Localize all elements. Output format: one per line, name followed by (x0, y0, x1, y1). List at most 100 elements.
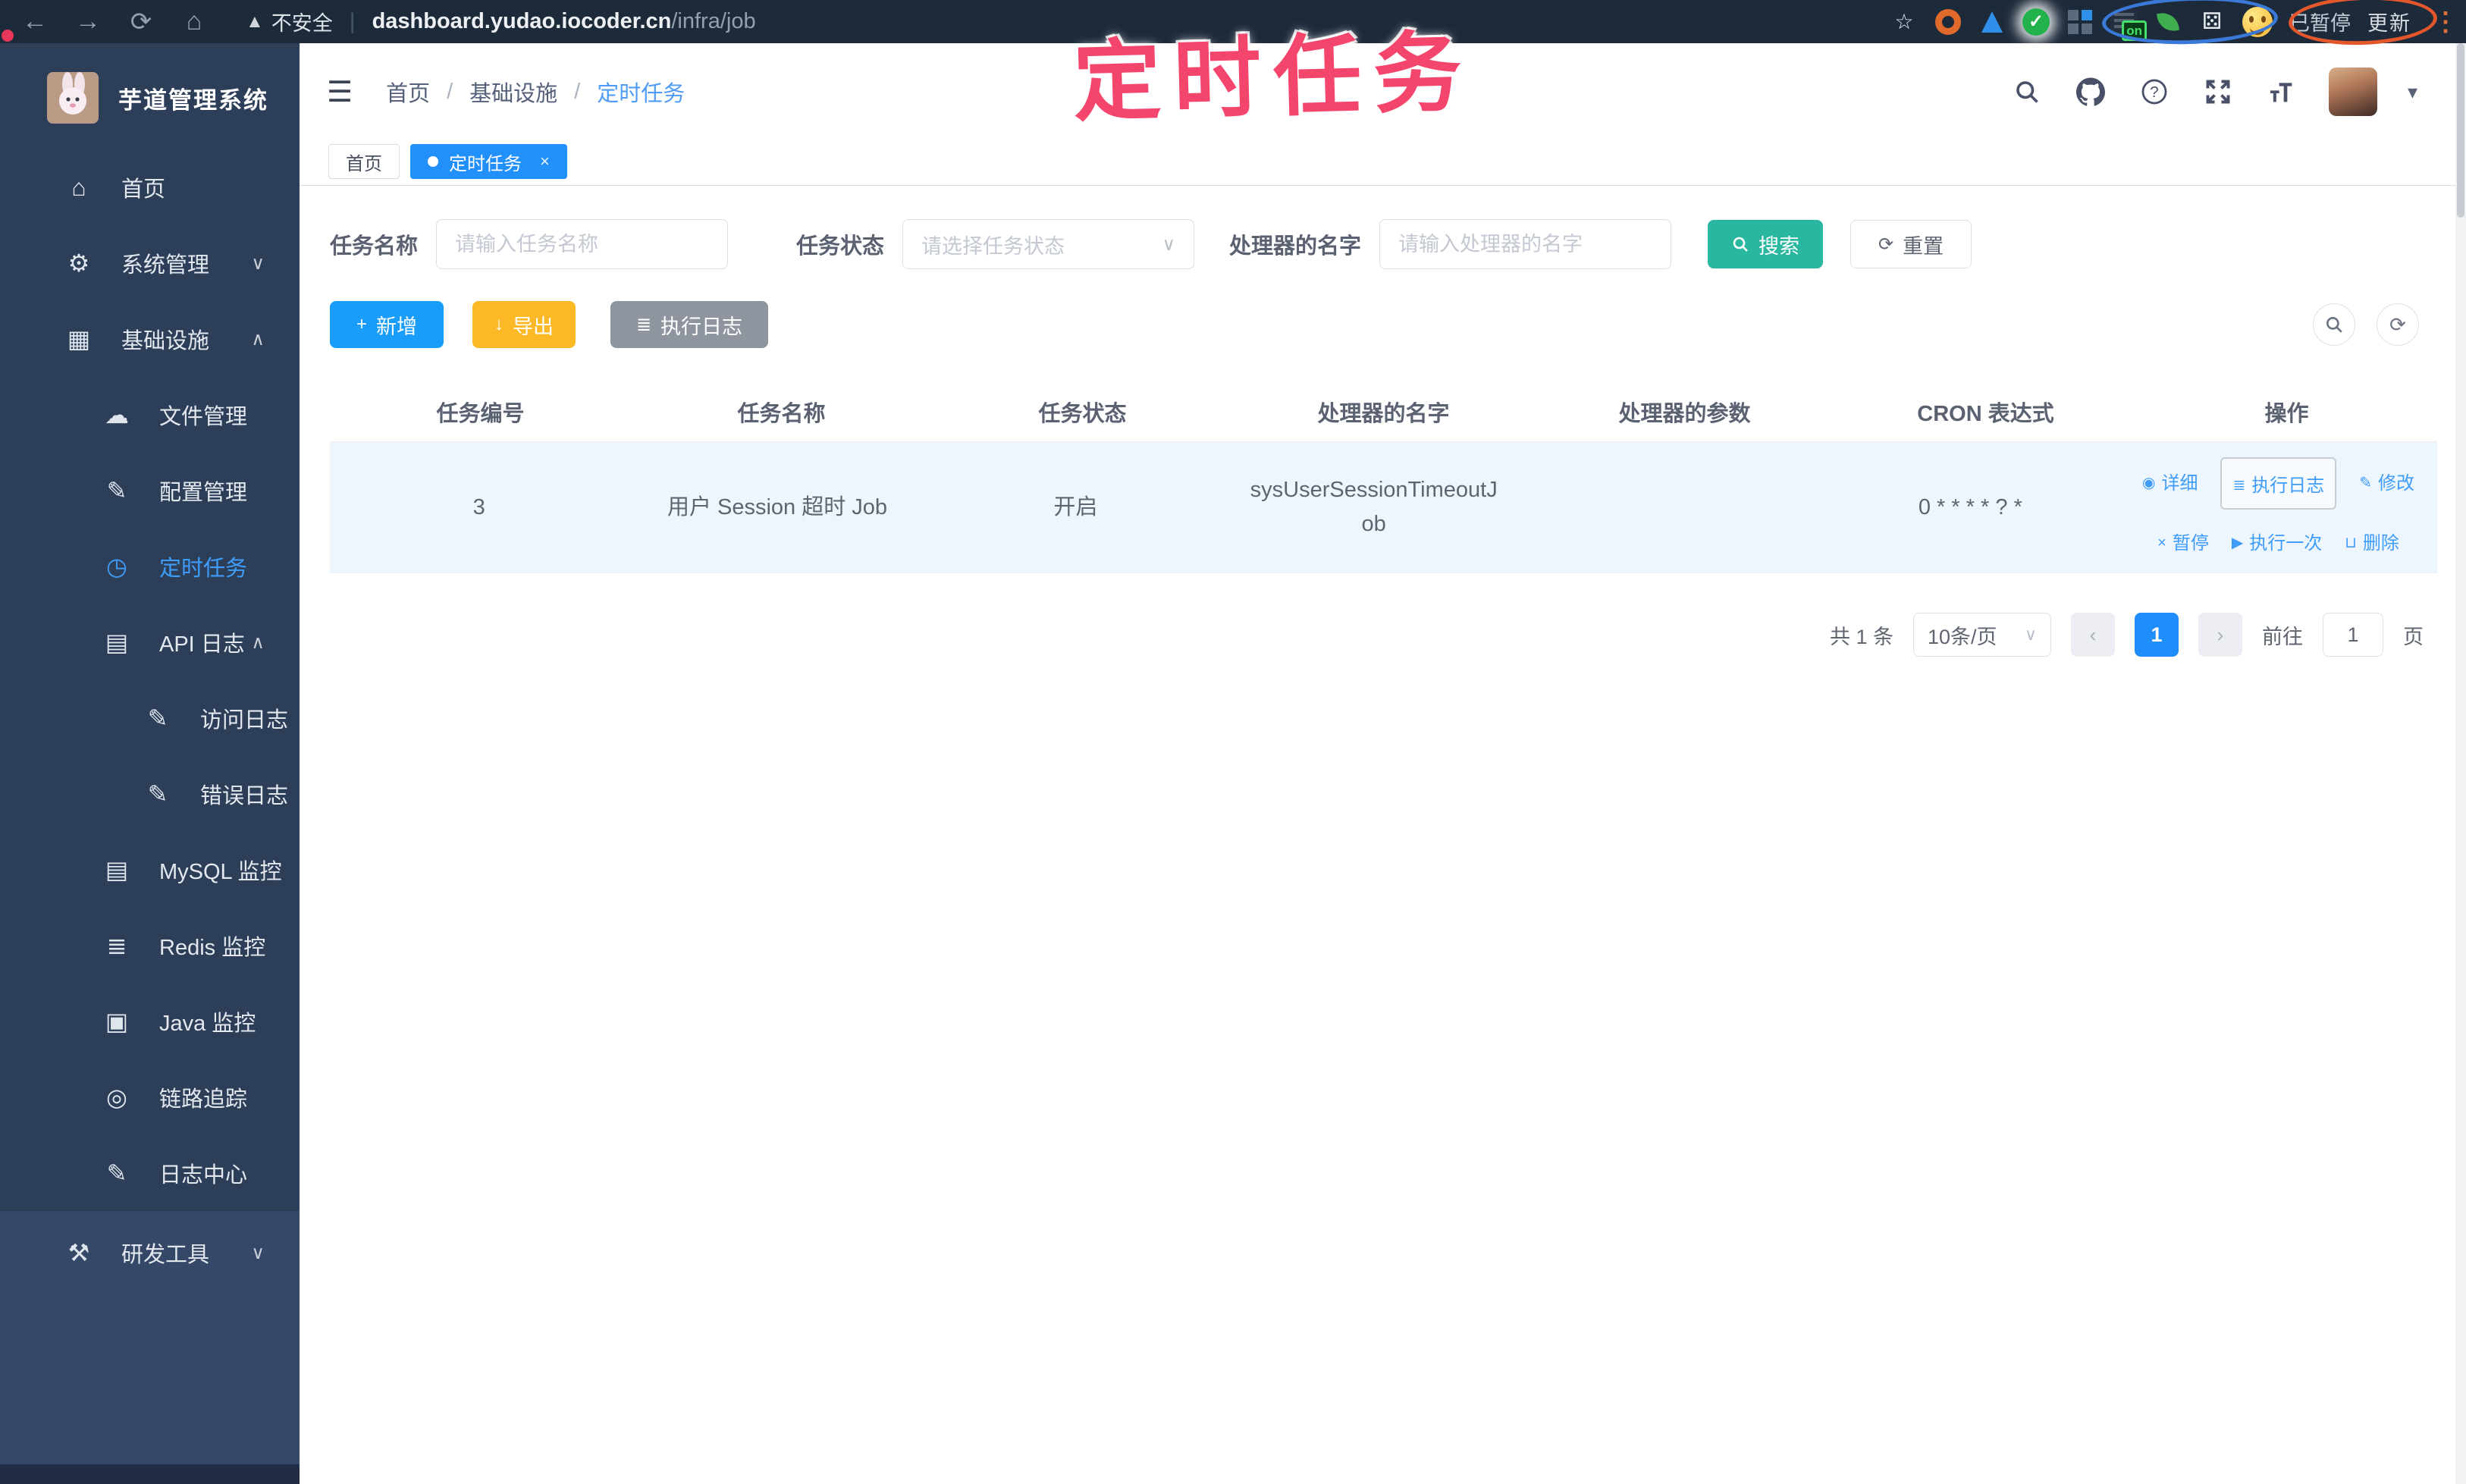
user-avatar[interactable] (2328, 67, 2377, 116)
extension-orange-icon[interactable] (1934, 8, 1962, 36)
current-page-button[interactable]: 1 (2135, 613, 2179, 657)
extension-leaf-icon[interactable] (2154, 8, 2182, 36)
pause-link[interactable]: × 暂停 (2157, 529, 2209, 557)
profile-avatar-emoji[interactable] (2242, 6, 2273, 37)
delete-link[interactable]: ⊔ 删除 (2345, 529, 2399, 557)
sidebar-collapse-icon[interactable]: ☰ (327, 75, 353, 109)
run-once-link[interactable]: ▶ 执行一次 (2232, 529, 2322, 557)
search-icon[interactable] (2010, 75, 2044, 108)
execution-log-button[interactable]: ≣ 执行日志 (610, 301, 768, 348)
edit-link[interactable]: ✎ 修改 (2359, 469, 2414, 497)
sidebar-item-label: 链路追踪 (159, 1087, 248, 1112)
page-size-value: 10条/页 (1928, 625, 1997, 648)
warning-icon: ▲ (246, 11, 264, 32)
close-icon: × (2157, 535, 2166, 552)
sidebar-item-infra[interactable]: ▦ 基础设施 ∧ (0, 301, 300, 377)
export-button[interactable]: ↓ 导出 (472, 301, 576, 348)
url-host: dashboard.yudao.iocoder.cn (372, 9, 672, 33)
browser-back-icon[interactable]: ← (20, 7, 50, 36)
delete-link-label: 删除 (2362, 532, 2399, 554)
address-bar[interactable]: ▲ 不安全 | dashboard.yudao.iocoder.cn/infra… (246, 7, 756, 36)
sidebar-item-label: 基础设施 (121, 329, 210, 353)
sidebar-item-java-monitor[interactable]: ▣ Java 监控 (0, 984, 300, 1059)
font-size-icon[interactable] (2265, 75, 2298, 108)
sidebar-item-log-center[interactable]: ✎ 日志中心 (0, 1135, 300, 1211)
help-icon[interactable]: ? (2138, 75, 2171, 108)
job-name-input[interactable] (436, 219, 729, 269)
sidebar-item-api-log[interactable]: ▤ API 日志 ∧ (0, 604, 300, 680)
sidebar-item-label: 定时任务 (159, 557, 248, 581)
col-job-status: 任务状态 (1038, 401, 1127, 426)
extension-blue-icon[interactable] (1978, 8, 2006, 36)
tab-scheduled-jobs[interactable]: 定时任务 × (410, 144, 567, 179)
chevron-down-icon: ∨ (1162, 234, 1176, 255)
plus-icon: + (356, 314, 367, 334)
document-icon: ✎ (147, 704, 168, 732)
tab-home[interactable]: 首页 (328, 144, 400, 179)
sidebar-item-mysql-monitor[interactable]: ▤ MySQL 监控 (0, 832, 300, 908)
security-badge[interactable]: ▲ 不安全 (246, 7, 333, 36)
sidebar-item-home[interactable]: ⌂ 首页 (0, 149, 300, 225)
detail-link[interactable]: ◉ 详细 (2142, 469, 2198, 497)
annotation-focus-box: ≣ 执行日志 (2220, 457, 2337, 510)
table-row[interactable]: 3 用户 Session 超时 Job 开启 sysUserSessionTim… (330, 442, 2437, 574)
sidebar-item-file-manage[interactable]: ☁ 文件管理 (0, 377, 300, 453)
sidebar-item-system[interactable]: ⚙ 系统管理 ∨ (0, 225, 300, 301)
extension-grid-icon[interactable] (2066, 8, 2094, 36)
app-logo-row[interactable]: 芋道管理系统 (0, 43, 300, 149)
next-page-button[interactable]: › (2198, 613, 2242, 657)
breadcrumb: 首页 / 基础设施 / 定时任务 (386, 76, 685, 108)
browser-menu-icon[interactable]: ⋮ (2433, 7, 2458, 37)
bookmark-star-icon[interactable]: ☆ (1890, 8, 1918, 36)
extensions-puzzle-icon[interactable]: ⚄ (2198, 8, 2226, 36)
total-count-label: 共 1 条 (1829, 625, 1893, 648)
breadcrumb-home[interactable]: 首页 (386, 76, 430, 108)
sidebar-item-config-manage[interactable]: ✎ 配置管理 (0, 453, 300, 529)
page-scrollbar[interactable] (2455, 43, 2466, 1484)
api-log-icon: ▤ (105, 629, 129, 656)
avatar-caret-icon[interactable]: ▾ (2408, 80, 2417, 104)
sidebar-item-access-log[interactable]: ✎ 访问日志 (0, 680, 300, 756)
col-handler-param: 处理器的参数 (1618, 401, 1751, 426)
sidebar-item-trace[interactable]: ◎ 链路追踪 (0, 1059, 300, 1135)
sidebar-item-label: 访问日志 (200, 708, 289, 733)
sidebar-item-error-log[interactable]: ✎ 错误日志 (0, 756, 300, 832)
toggle-search-button[interactable] (2313, 303, 2355, 346)
download-icon: ↓ (494, 314, 504, 334)
row-execution-log-link[interactable]: ≣ 执行日志 (2232, 472, 2324, 500)
refresh-table-button[interactable]: ⟳ (2377, 303, 2419, 346)
github-icon[interactable] (2074, 75, 2107, 108)
document-icon: ✎ (147, 780, 168, 808)
close-icon[interactable]: × (540, 152, 550, 171)
job-status-select[interactable]: 请选择任务状态 ∨ (902, 219, 1195, 269)
breadcrumb-infra[interactable]: 基础设施 (469, 76, 557, 108)
browser-forward-icon[interactable]: → (73, 7, 103, 36)
pause-link-label: 暂停 (2172, 532, 2209, 554)
infrastructure-icon: ▦ (67, 325, 91, 353)
handler-name-label: 处理器的名字 (1229, 234, 1362, 259)
reset-button[interactable]: ⟳ 重置 (1850, 220, 1972, 268)
extension-green-icon[interactable]: ✓ (2022, 8, 2050, 36)
scrollbar-thumb[interactable] (2457, 43, 2464, 218)
extension-on-icon[interactable]: on (2110, 8, 2147, 41)
search-button[interactable]: 搜索 (1708, 220, 1824, 268)
refresh-icon: ⟳ (1878, 234, 1894, 255)
sidebar-item-redis-monitor[interactable]: ≣ Redis 监控 (0, 908, 300, 984)
svg-text:?: ? (2150, 83, 2158, 101)
main-area: ☰ 首页 / 基础设施 / 定时任务 ? ▾ 首页 定时任务 × 任务名称 请输… (300, 43, 2466, 1484)
goto-page-input[interactable] (2323, 613, 2383, 657)
add-button[interactable]: + 新增 (330, 301, 444, 348)
page-size-select[interactable]: 10条/页 ∨ (1913, 613, 2051, 657)
eye-icon: ◉ (2142, 474, 2156, 491)
handler-name-input[interactable] (1379, 219, 1672, 269)
prev-page-button[interactable]: ‹ (2071, 613, 2115, 657)
sidebar-item-scheduled-jobs[interactable]: ◷ 定时任务 (0, 529, 300, 604)
redis-icon: ≣ (106, 932, 127, 959)
browser-reload-icon[interactable]: ⟳ (126, 7, 156, 37)
fullscreen-icon[interactable] (2201, 75, 2235, 108)
sidebar-item-dev-tools[interactable]: ⚒ 研发工具 ∨ (0, 1211, 300, 1294)
reset-button-label: 重置 (1903, 234, 1944, 258)
app-title: 芋道管理系统 (118, 86, 268, 114)
browser-update-button[interactable]: 更新 (2367, 7, 2411, 36)
browser-home-icon[interactable]: ⌂ (179, 7, 209, 36)
